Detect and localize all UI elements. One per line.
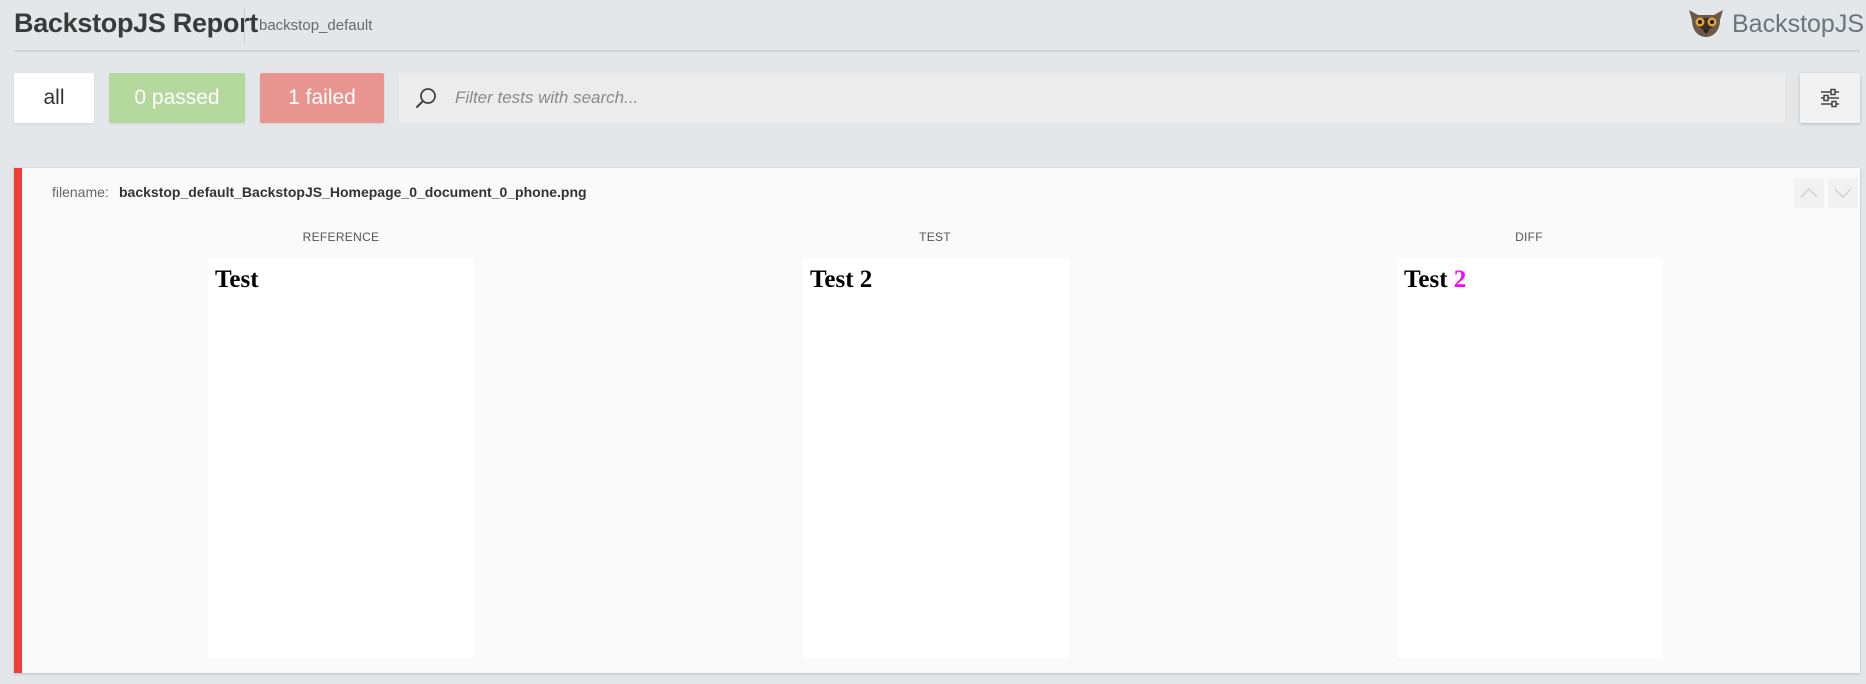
search-icon xyxy=(416,88,436,108)
filter-toolbar: all 0 passed 1 failed xyxy=(14,73,1860,123)
test-label: TEST xyxy=(919,230,951,244)
filename-label: filename: xyxy=(52,184,109,200)
reference-text: Test xyxy=(215,266,259,293)
chevron-down-icon xyxy=(1834,188,1852,198)
lemur-logo-icon xyxy=(1689,10,1723,37)
diff-text-plain: Test xyxy=(1404,266,1454,293)
search-input[interactable] xyxy=(455,73,1765,123)
reference-label: REFERENCE xyxy=(302,230,380,244)
next-test-button[interactable] xyxy=(1828,178,1858,208)
diff-label: DIFF xyxy=(1515,230,1543,244)
filter-all-button[interactable]: all xyxy=(14,73,94,123)
report-header: BackstopJS Report backstop_default Backs… xyxy=(14,0,1864,52)
diff-text-changed: 2 xyxy=(1453,266,1467,293)
test-result-card: filename: backstop_default_BackstopJS_Ho… xyxy=(14,168,1860,673)
filter-failed-button[interactable]: 1 failed xyxy=(260,73,384,123)
filter-passed-button[interactable]: 0 passed xyxy=(109,73,245,123)
logo-text: BackstopJS xyxy=(1732,10,1865,38)
diff-screenshot[interactable]: Test 2 xyxy=(1397,258,1663,658)
reference-screenshot[interactable]: Test xyxy=(208,258,474,658)
diff-text: Test 2 xyxy=(1404,266,1466,294)
previous-test-button[interactable] xyxy=(1794,178,1824,208)
backstop-logo[interactable]: BackstopJS xyxy=(1686,6,1864,42)
header-divider xyxy=(244,8,245,42)
chevron-up-icon xyxy=(1800,188,1818,198)
test-text: Test 2 xyxy=(810,266,873,293)
settings-sliders-icon xyxy=(1821,88,1839,108)
report-title: BackstopJS Report xyxy=(14,8,258,38)
suite-name: backstop_default xyxy=(259,17,373,34)
test-screenshot[interactable]: Test 2 xyxy=(803,258,1069,658)
settings-button[interactable] xyxy=(1800,73,1860,123)
search-box xyxy=(399,73,1785,123)
filename-value: backstop_default_BackstopJS_Homepage_0_d… xyxy=(119,184,587,200)
